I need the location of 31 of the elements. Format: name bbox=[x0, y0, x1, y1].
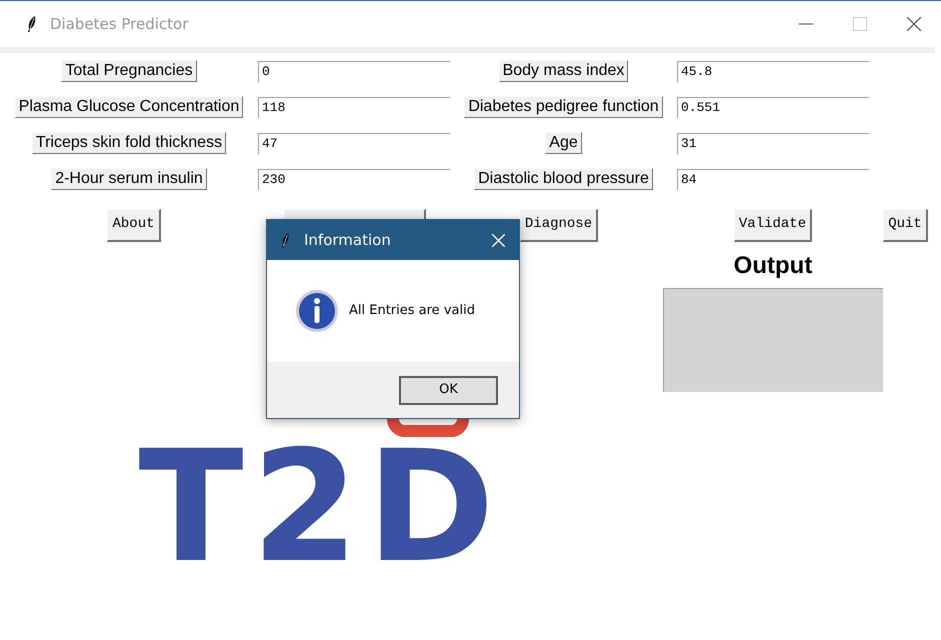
input-field[interactable]: 118 bbox=[258, 96, 450, 118]
field-label-button[interactable]: Total Pregnancies bbox=[61, 60, 197, 82]
window-title: Diabetes Predictor bbox=[50, 14, 188, 35]
feather-icon bbox=[27, 16, 37, 32]
input-field[interactable]: 0 bbox=[258, 60, 450, 82]
input-field[interactable]: 45.8 bbox=[677, 60, 869, 82]
action-button[interactable]: Quit bbox=[883, 208, 928, 242]
input-field[interactable]: 0.551 bbox=[677, 96, 869, 118]
field-label-button[interactable]: Age bbox=[545, 132, 582, 154]
field-label-button[interactable]: Diastolic blood pressure bbox=[474, 168, 653, 190]
dialog-message: All Entries are valid bbox=[349, 302, 475, 320]
field-label-button[interactable]: 2-Hour serum insulin bbox=[51, 168, 207, 190]
feather-icon bbox=[281, 232, 290, 248]
ok-button[interactable]: OK bbox=[399, 376, 498, 404]
action-button[interactable]: Diagnose bbox=[520, 208, 598, 242]
close-icon[interactable] bbox=[907, 17, 921, 31]
field-label-button[interactable]: Body mass index bbox=[498, 60, 628, 82]
input-field[interactable]: 47 bbox=[258, 132, 450, 154]
action-button[interactable]: About bbox=[107, 208, 160, 242]
logo-text: T2D bbox=[138, 433, 503, 583]
input-field[interactable]: 84 bbox=[677, 168, 869, 190]
input-field[interactable]: 31 bbox=[677, 132, 869, 154]
dialog-title: Information bbox=[304, 230, 391, 251]
field-label-button[interactable]: Triceps skin fold thickness bbox=[32, 132, 226, 154]
minimize-icon[interactable] bbox=[799, 23, 813, 25]
field-label-button[interactable]: Plasma Glucose Concentration bbox=[14, 96, 244, 118]
input-field[interactable]: 230 bbox=[258, 168, 450, 190]
info-icon bbox=[295, 289, 339, 333]
output-title: Output bbox=[734, 251, 812, 281]
action-button[interactable]: Validate bbox=[734, 208, 812, 242]
field-label-button[interactable]: Diabetes pedigree function bbox=[464, 96, 663, 118]
